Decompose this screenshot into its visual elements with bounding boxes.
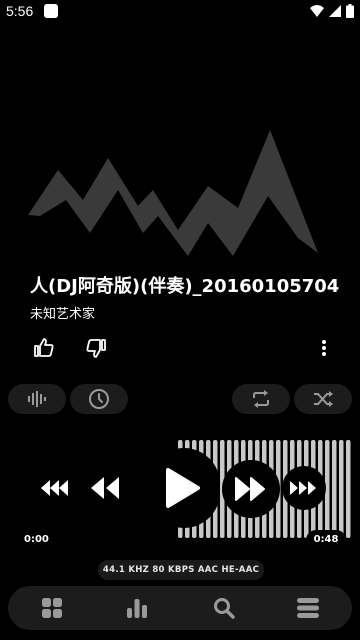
more-vertical-icon — [322, 340, 326, 356]
more-options-button[interactable] — [314, 336, 334, 360]
play-icon — [166, 468, 200, 508]
repeat-button[interactable] — [232, 384, 290, 414]
play-button[interactable] — [148, 448, 220, 528]
track-artist[interactable]: 未知艺术家 — [30, 303, 95, 322]
total-duration: 0:48 — [306, 530, 346, 550]
menu-icon — [297, 598, 319, 618]
seek-back-button[interactable] — [38, 476, 70, 500]
previous-button[interactable] — [88, 474, 124, 502]
sleep-timer-button[interactable] — [70, 384, 128, 414]
thumbs-down-icon — [86, 339, 106, 358]
nav-menu-button[interactable] — [278, 586, 338, 630]
wifi-icon — [310, 5, 324, 17]
waveform-bar — [346, 440, 351, 538]
waveform-bar — [339, 440, 344, 538]
visualizer-button[interactable] — [8, 384, 66, 414]
nav-library-button[interactable] — [22, 586, 82, 630]
elapsed-time: 0:00 — [24, 534, 49, 545]
shuffle-icon — [314, 391, 333, 407]
audio-format-info: 44.1 KHZ 80 KBPS AAC HE-AAC — [98, 560, 264, 580]
status-time: 5:56 — [6, 3, 34, 19]
track-title: 人(DJ阿奇版)(伴奏)_20160105704 — [30, 276, 340, 297]
bar-chart-icon — [127, 599, 147, 618]
previous-icon — [91, 477, 119, 499]
thumbs-up-icon — [34, 338, 54, 357]
waveform-icon — [28, 391, 46, 407]
status-icons — [310, 4, 354, 18]
seek-forward-button[interactable] — [282, 466, 326, 510]
nav-search-button[interactable] — [194, 586, 254, 630]
signal-icon — [329, 5, 341, 17]
notification-icon — [44, 4, 58, 18]
repeat-icon — [253, 390, 269, 408]
album-art-mountain-icon — [28, 130, 318, 256]
grid-icon — [42, 598, 62, 618]
waveform-bar — [332, 440, 337, 538]
fast-forward-icon — [290, 481, 316, 495]
status-bar: 5:56 — [0, 0, 360, 24]
next-icon — [235, 477, 265, 501]
dislike-button[interactable] — [84, 336, 108, 360]
fast-rewind-icon — [41, 480, 68, 496]
search-icon — [214, 598, 235, 619]
clock-icon — [89, 389, 109, 409]
next-button[interactable] — [222, 460, 280, 518]
nav-stats-button[interactable] — [107, 586, 167, 630]
battery-icon — [346, 4, 354, 18]
shuffle-button[interactable] — [294, 384, 352, 414]
bottom-navigation — [8, 586, 352, 630]
like-button[interactable] — [32, 336, 56, 360]
